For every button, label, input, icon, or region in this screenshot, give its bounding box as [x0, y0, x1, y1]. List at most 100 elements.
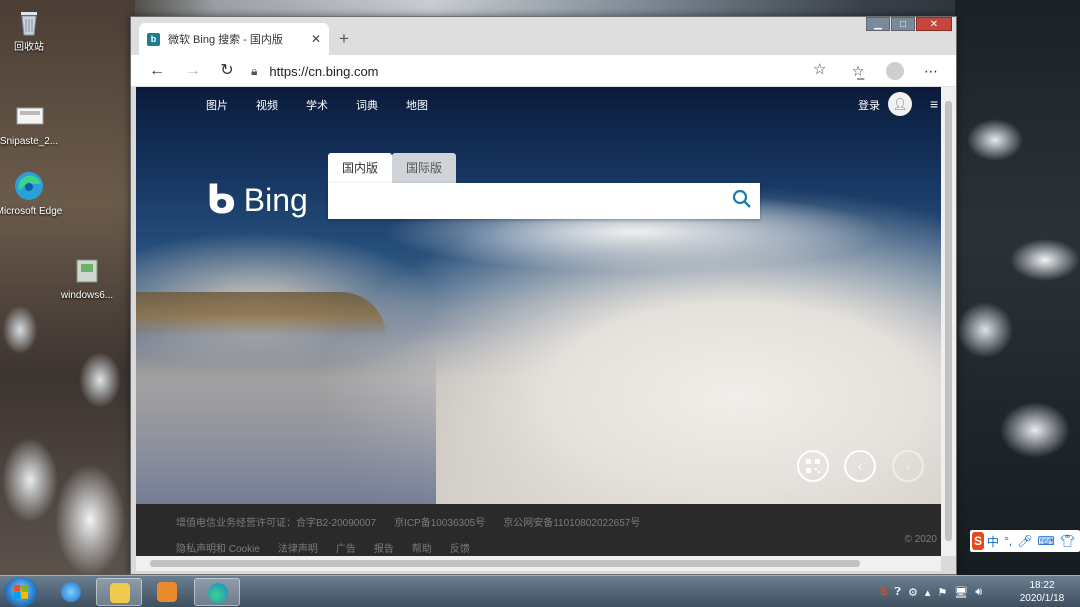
- bing-logo-text: Bing: [243, 181, 308, 218]
- horizontal-scroll-thumb[interactable]: [150, 560, 860, 567]
- desktop-icon-edge[interactable]: Microsoft Edge: [0, 170, 64, 218]
- forward-arrow-icon[interactable]: →: [181, 60, 205, 82]
- image-file-icon: [13, 100, 45, 132]
- nav-academic[interactable]: 学术: [306, 97, 328, 113]
- minimize-button[interactable]: ▁: [866, 17, 890, 31]
- lock-icon: 🔒︎: [251, 63, 258, 78]
- vertical-scroll-thumb[interactable]: [945, 101, 952, 541]
- taskbar-edge[interactable]: [194, 578, 240, 606]
- internet-explorer-icon: [61, 582, 81, 602]
- qr-code-icon[interactable]: [797, 450, 829, 482]
- new-tab-button[interactable]: +: [333, 28, 355, 50]
- clock-date: 2020/1/18: [1019, 593, 1065, 604]
- footer-license: 增值电信业务经营许可证：合字B2-20090007: [176, 518, 377, 529]
- nav-images[interactable]: 图片: [206, 97, 228, 113]
- footer-icp[interactable]: 京ICP备10036305号: [394, 514, 485, 529]
- footer-license-row: 增值电信业务经营许可证：合字B2-20090007 京ICP备10036305号…: [176, 514, 658, 529]
- network-settings-icon[interactable]: ⚙: [908, 586, 918, 599]
- footer-links-row: 隐私声明和 Cookie 法律声明 广告 报告 帮助 反馈: [176, 540, 488, 555]
- package-icon: [71, 254, 103, 286]
- tab-close-icon[interactable]: ✕: [311, 32, 321, 46]
- footer-copyright: © 2020: [904, 534, 937, 545]
- media-player-icon: [157, 582, 177, 602]
- bing-homepage: 图片 视频 学术 词典 地图 登录 👤︎ ≡ ᑲ Bing 国内版 国际版 ‹ …: [136, 87, 941, 504]
- show-hidden-icons-icon[interactable]: ▴: [925, 586, 931, 599]
- help-icon[interactable]: ❓︎: [894, 586, 901, 599]
- footer-police[interactable]: 京公网安备11010802022657号: [503, 514, 640, 529]
- horizontal-scrollbar[interactable]: [136, 556, 941, 571]
- system-tray: S ❓︎ ⚙ ▴ ⚑ 🖥︎ 🔊︎: [880, 576, 989, 607]
- taskbar-media-player[interactable]: [144, 578, 190, 606]
- navigation-bar: ← → ↻ 🔒︎ https://cn.bing.com ☆ ☆̲ ⋯: [131, 55, 956, 87]
- previous-image-button[interactable]: ‹: [844, 450, 876, 482]
- search-input[interactable]: [328, 183, 760, 219]
- sogou-tray-icon[interactable]: S: [880, 586, 887, 598]
- close-window-button[interactable]: ✕: [916, 17, 952, 31]
- footer-help[interactable]: 帮助: [412, 540, 432, 555]
- favorites-list-icon[interactable]: ☆̲: [847, 60, 869, 82]
- network-icon[interactable]: 🖥︎: [954, 586, 968, 599]
- bing-b-icon: ᑲ: [206, 177, 236, 223]
- background-brush: [136, 292, 386, 337]
- browser-tab[interactable]: b 微软 Bing 搜索 - 国内版 ✕: [139, 23, 329, 55]
- keyboard-icon[interactable]: ⌨: [1037, 534, 1054, 548]
- edge-icon: [208, 583, 228, 603]
- taskbar-clock[interactable]: 18:22 2020/1/18: [1010, 579, 1074, 605]
- desktop-icon-windows6[interactable]: windows6...: [52, 254, 122, 302]
- nav-maps[interactable]: 地图: [406, 97, 428, 113]
- maximize-button[interactable]: □: [891, 17, 915, 31]
- edge-icon: [13, 170, 45, 202]
- desktop-icon-label: Snipaste_2...: [0, 136, 59, 147]
- ime-mode[interactable]: 中: [987, 533, 999, 550]
- address-bar[interactable]: 🔒︎ https://cn.bing.com: [251, 58, 836, 84]
- footer-legal[interactable]: 法律声明: [278, 540, 318, 555]
- bing-favicon-icon: b: [147, 32, 160, 46]
- user-avatar-icon[interactable]: 👤︎: [888, 92, 912, 116]
- refresh-icon[interactable]: ↻: [215, 60, 239, 82]
- volume-icon[interactable]: 🔊︎: [975, 586, 982, 599]
- desktop-icon-label: 回收站: [14, 42, 44, 53]
- footer-ads[interactable]: 广告: [336, 540, 356, 555]
- back-arrow-icon[interactable]: ←: [145, 60, 169, 82]
- skin-icon[interactable]: 👕︎: [1060, 534, 1075, 548]
- taskbar-ie[interactable]: [48, 578, 94, 606]
- desktop-icon-recycle-bin[interactable]: 回收站: [0, 6, 64, 54]
- desktop-icon-label: windows6...: [60, 290, 114, 301]
- bing-top-nav: 图片 视频 学术 词典 地图: [206, 97, 456, 113]
- desktop-background-right: [955, 0, 1080, 575]
- background-shade: [136, 347, 436, 504]
- tab-domestic[interactable]: 国内版: [328, 153, 393, 183]
- browser-window: b 微软 Bing 搜索 - 国内版 ✕ + ▁ □ ✕ ← → ↻ 🔒︎ ht…: [130, 16, 957, 575]
- window-controls: ▁ □ ✕: [865, 17, 952, 31]
- tab-title: 微软 Bing 搜索 - 国内版: [168, 34, 283, 46]
- search-icon[interactable]: [732, 189, 752, 214]
- taskbar-explorer[interactable]: [96, 578, 142, 606]
- start-button[interactable]: [4, 577, 38, 607]
- more-menu-icon[interactable]: ⋯: [920, 60, 942, 82]
- hamburger-menu-icon[interactable]: ≡: [930, 96, 941, 112]
- flag-icon[interactable]: ⚑: [937, 586, 947, 599]
- footer-privacy[interactable]: 隐私声明和 Cookie: [176, 540, 260, 555]
- desktop-icon-snipaste[interactable]: Snipaste_2...: [0, 100, 64, 148]
- next-image-button[interactable]: ›: [892, 450, 924, 482]
- tab-international[interactable]: 国际版: [392, 153, 457, 183]
- desktop-icon-label: Microsoft Edge: [0, 206, 63, 217]
- title-bar: b 微软 Bing 搜索 - 国内版 ✕ + ▁ □ ✕: [131, 17, 956, 55]
- nav-dictionary[interactable]: 词典: [356, 97, 378, 113]
- windows-logo-icon: [14, 585, 28, 599]
- recycle-bin-icon: [13, 6, 45, 38]
- ime-toolbar[interactable]: S 中 °, 🎤︎ ⌨ 👕︎: [970, 530, 1080, 552]
- footer-report[interactable]: 报告: [374, 540, 394, 555]
- login-link[interactable]: 登录: [858, 97, 880, 113]
- footer-feedback[interactable]: 反馈: [450, 540, 470, 555]
- url-text: https://cn.bing.com: [269, 63, 379, 79]
- folder-icon: [110, 583, 130, 603]
- sogou-s-icon: S: [972, 532, 985, 550]
- favorite-star-icon[interactable]: ☆: [813, 60, 826, 78]
- punctuation-icon[interactable]: °,: [1004, 534, 1012, 548]
- nav-videos[interactable]: 视频: [256, 97, 278, 113]
- profile-avatar[interactable]: [886, 62, 904, 80]
- bing-logo: ᑲ Bing: [206, 177, 308, 223]
- vertical-scrollbar[interactable]: [941, 87, 956, 556]
- microphone-icon[interactable]: 🎤︎: [1017, 534, 1032, 548]
